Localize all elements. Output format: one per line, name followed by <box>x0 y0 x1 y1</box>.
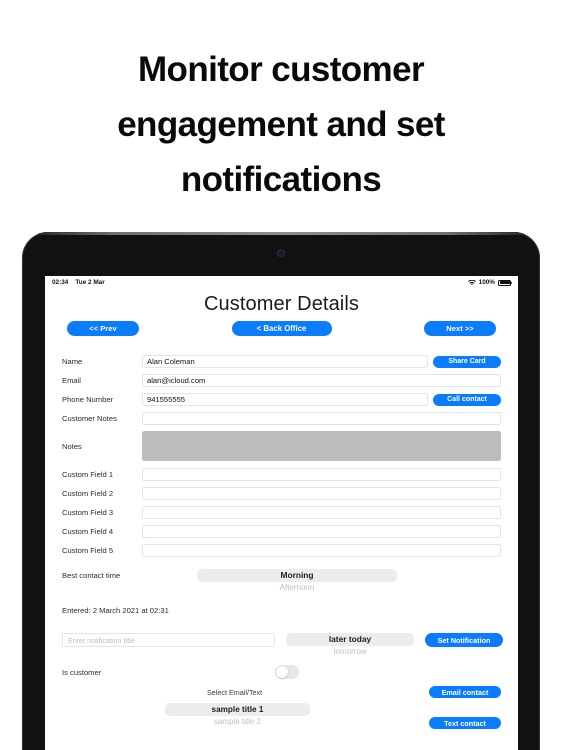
front-camera-icon <box>278 250 284 256</box>
toggle-knob <box>276 666 288 678</box>
page-title: Monitor customer engagement and set noti… <box>117 50 445 199</box>
custom-field-1-label: Custom Field 1 <box>62 470 114 479</box>
back-office-button[interactable]: < Back Office <box>231 321 332 336</box>
text-contact-button[interactable]: Text contact <box>429 717 501 729</box>
battery-percent-label: 100% <box>478 279 495 286</box>
notification-when-selected: later today <box>286 633 414 646</box>
select-email-text-row: Select Email/Text Email contact <box>62 686 501 698</box>
best-contact-time-next-option: Afternoon <box>279 583 315 592</box>
battery-full-icon <box>498 279 512 286</box>
is-customer-label: Is customer <box>62 667 102 677</box>
status-bar-date: Tue 2 Mar <box>75 279 105 286</box>
form-row-phone: Phone Number Call contact <box>62 393 501 406</box>
custom-field-5-input[interactable] <box>142 544 501 557</box>
tablet-screen: 02:34 Tue 2 Mar 100% Customer Details <<… <box>45 276 518 750</box>
is-customer-toggle[interactable] <box>275 665 299 679</box>
form-row-custom-field-2: Custom Field 2 <box>62 487 501 500</box>
tablet-device-frame: 02:34 Tue 2 Mar 100% Customer Details <<… <box>22 232 540 750</box>
notification-title-input[interactable] <box>62 633 275 647</box>
message-template-selected: sample title 1 <box>165 703 310 716</box>
name-label: Name <box>62 357 83 366</box>
customer-notes-input[interactable] <box>142 412 501 425</box>
phone-number-input[interactable] <box>142 393 428 406</box>
set-notification-button[interactable]: Set Notification <box>425 633 503 647</box>
best-contact-time-row: Best contact time Morning Afternoon <box>62 569 501 595</box>
custom-field-2-label: Custom Field 2 <box>62 489 114 498</box>
status-bar-time: 02:34 <box>52 279 69 286</box>
custom-field-3-input[interactable] <box>142 506 501 519</box>
next-button[interactable]: Next >> <box>424 321 496 336</box>
form-row-custom-field-1: Custom Field 1 <box>62 468 501 481</box>
form-row-email: Email <box>62 374 501 387</box>
form-row-name: Name Share Card <box>62 355 501 368</box>
form-row-notes: Notes <box>62 431 501 461</box>
best-contact-time-selected: Morning <box>197 569 397 582</box>
navigation-bar: << Prev < Back Office Next >> <box>45 321 518 341</box>
call-contact-button[interactable]: Call contact <box>433 393 501 406</box>
notification-when-next-option: tomorrow <box>333 647 367 656</box>
customer-notes-label: Customer Notes <box>62 414 117 423</box>
form-row-custom-field-3: Custom Field 3 <box>62 506 501 519</box>
email-input[interactable] <box>142 374 501 387</box>
promo-screenshot: Monitor customer engagement and set noti… <box>0 0 562 750</box>
best-contact-time-label: Best contact time <box>62 571 121 580</box>
notification-row: later today tomorrow Set Notification <box>62 633 503 657</box>
email-label: Email <box>62 376 81 385</box>
message-template-picker[interactable]: sample title 1 sample title 2 <box>165 703 310 727</box>
form-row-customer-notes: Customer Notes <box>62 412 501 425</box>
custom-field-1-input[interactable] <box>142 468 501 481</box>
message-template-next-option: sample title 2 <box>213 717 262 726</box>
phone-number-label: Phone Number <box>62 395 114 404</box>
device-bezel-highlight <box>22 232 540 235</box>
name-input[interactable] <box>142 355 428 368</box>
best-contact-time-picker[interactable]: Morning Afternoon <box>197 569 397 593</box>
custom-field-4-label: Custom Field 4 <box>62 527 114 536</box>
custom-field-5-label: Custom Field 5 <box>62 546 114 555</box>
screen-title: Customer Details <box>204 293 359 315</box>
custom-field-4-input[interactable] <box>142 525 501 538</box>
form-row-custom-field-4: Custom Field 4 <box>62 525 501 538</box>
custom-field-2-input[interactable] <box>142 487 501 500</box>
email-contact-button[interactable]: Email contact <box>429 686 501 698</box>
status-bar: 02:34 Tue 2 Mar 100% <box>45 276 518 289</box>
select-email-text-label: Select Email/Text <box>207 687 263 697</box>
custom-field-3-label: Custom Field 3 <box>62 508 114 517</box>
notification-when-picker[interactable]: later today tomorrow <box>286 633 414 657</box>
share-card-button[interactable]: Share Card <box>433 355 501 368</box>
is-customer-row: Is customer <box>62 665 501 679</box>
entered-timestamp: Entered: 2 March 2021 at 02:31 <box>62 606 169 615</box>
prev-button[interactable]: << Prev <box>67 321 139 336</box>
customer-details-form: Name Share Card Email Phone Number Call … <box>45 341 518 729</box>
notes-textarea[interactable] <box>142 431 501 461</box>
wifi-icon <box>467 279 476 286</box>
notes-label: Notes <box>62 441 82 451</box>
message-template-row: sample title 1 sample title 2 Text conta… <box>62 703 501 729</box>
form-row-custom-field-5: Custom Field 5 <box>62 544 501 557</box>
